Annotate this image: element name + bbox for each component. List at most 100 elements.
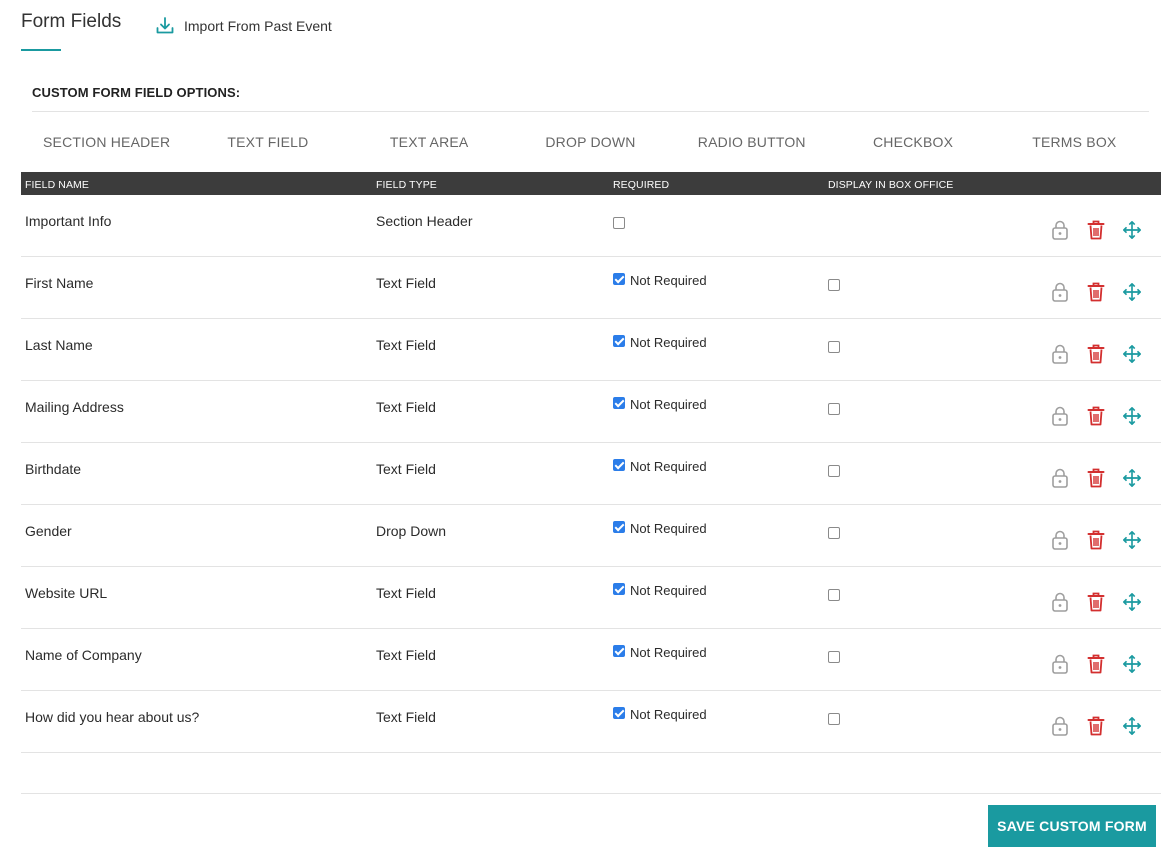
table-row: Important Info Section Header <box>21 195 1161 257</box>
lock-icon[interactable] <box>1050 653 1070 675</box>
required-label: Not Required <box>630 707 707 722</box>
add-radio-button-option[interactable]: RADIO BUTTON <box>671 134 832 150</box>
save-custom-form-button[interactable]: SAVE CUSTOM FORM <box>988 805 1156 847</box>
page-header: Form Fields Import From Past Event <box>21 0 421 52</box>
display-box-office-checkbox[interactable] <box>828 403 840 415</box>
field-name: Last Name <box>25 337 93 353</box>
required-checkbox[interactable] <box>613 645 625 657</box>
lock-icon[interactable] <box>1050 529 1070 551</box>
trash-icon[interactable] <box>1086 591 1106 613</box>
display-box-office-checkbox[interactable] <box>828 589 840 601</box>
form-fields-table: Important Info Section Header First Name Te… <box>21 195 1161 753</box>
required-label: Not Required <box>630 645 707 660</box>
custom-form-options-title: CUSTOM FORM FIELD OPTIONS: <box>32 85 241 100</box>
required-checkbox[interactable] <box>613 521 625 533</box>
download-icon <box>156 17 174 34</box>
required-checkbox[interactable] <box>613 217 625 229</box>
trash-icon[interactable] <box>1086 529 1106 551</box>
required-checkbox[interactable] <box>613 583 625 595</box>
required-label: Not Required <box>630 397 707 412</box>
trash-icon[interactable] <box>1086 405 1106 427</box>
lock-icon[interactable] <box>1050 405 1070 427</box>
field-name: Birthdate <box>25 461 82 477</box>
required-checkbox[interactable] <box>613 273 625 285</box>
lock-icon[interactable] <box>1050 715 1070 737</box>
required-checkbox[interactable] <box>613 335 625 347</box>
field-name: Name of Company <box>25 647 142 663</box>
trash-icon[interactable] <box>1086 281 1106 303</box>
field-type: Text Field <box>376 585 436 601</box>
column-header-required: REQUIRED <box>613 179 670 191</box>
trash-icon[interactable] <box>1086 467 1106 489</box>
required-checkbox[interactable] <box>613 397 625 409</box>
display-box-office-checkbox[interactable] <box>828 527 840 539</box>
add-terms-box-option[interactable]: TERMS BOX <box>994 134 1155 150</box>
row-actions <box>1050 591 1142 613</box>
trash-icon[interactable] <box>1086 343 1106 365</box>
table-row: Last Name Text Field Not Required <box>21 319 1161 381</box>
divider <box>32 111 1149 112</box>
display-box-office-checkbox[interactable] <box>828 341 840 353</box>
lock-icon[interactable] <box>1050 467 1070 489</box>
move-arrows-icon[interactable] <box>1122 219 1142 241</box>
table-row: Gender Drop Down Not Required <box>21 505 1161 567</box>
column-header-field-type: FIELD TYPE <box>376 179 437 191</box>
field-type-options: SECTION HEADER TEXT FIELD TEXT AREA DROP… <box>26 134 1155 150</box>
field-name: How did you hear about us? <box>25 709 200 725</box>
move-arrows-icon[interactable] <box>1122 343 1142 365</box>
move-arrows-icon[interactable] <box>1122 529 1142 551</box>
row-actions <box>1050 715 1142 737</box>
required-checkbox[interactable] <box>613 459 625 471</box>
field-name: Website URL <box>25 585 108 601</box>
move-arrows-icon[interactable] <box>1122 281 1142 303</box>
active-tab-indicator <box>21 49 61 51</box>
display-box-office-checkbox[interactable] <box>828 651 840 663</box>
row-actions <box>1050 281 1142 303</box>
display-box-office-checkbox[interactable] <box>828 465 840 477</box>
import-label: Import From Past Event <box>184 18 332 34</box>
field-type: Text Field <box>376 647 436 663</box>
lock-icon[interactable] <box>1050 591 1070 613</box>
required-checkbox[interactable] <box>613 707 625 719</box>
add-text-area-option[interactable]: TEXT AREA <box>349 134 510 150</box>
column-header-field-name: FIELD NAME <box>25 179 90 191</box>
field-name: Important Info <box>25 213 112 229</box>
table-row: First Name Text Field Not Required <box>21 257 1161 319</box>
table-row: Birthdate Text Field Not Required <box>21 443 1161 505</box>
move-arrows-icon[interactable] <box>1122 715 1142 737</box>
page-title[interactable]: Form Fields <box>21 11 121 33</box>
add-text-field-option[interactable]: TEXT FIELD <box>187 134 348 150</box>
move-arrows-icon[interactable] <box>1122 653 1142 675</box>
field-type: Text Field <box>376 275 436 291</box>
trash-icon[interactable] <box>1086 653 1106 675</box>
move-arrows-icon[interactable] <box>1122 405 1142 427</box>
row-actions <box>1050 653 1142 675</box>
table-header: FIELD NAME FIELD TYPE REQUIRED DISPLAY I… <box>21 172 1161 195</box>
table-row: How did you hear about us? Text Field Not … <box>21 691 1161 753</box>
row-actions <box>1050 467 1142 489</box>
table-row: Website URL Text Field Not Required <box>21 567 1161 629</box>
field-type: Text Field <box>376 461 436 477</box>
import-from-past-event-button[interactable]: Import From Past Event <box>155 16 332 36</box>
display-box-office-checkbox[interactable] <box>828 279 840 291</box>
move-arrows-icon[interactable] <box>1122 591 1142 613</box>
move-arrows-icon[interactable] <box>1122 467 1142 489</box>
table-row: Name of Company Text Field Not Required <box>21 629 1161 691</box>
row-actions <box>1050 405 1142 427</box>
trash-icon[interactable] <box>1086 715 1106 737</box>
add-checkbox-option[interactable]: CHECKBOX <box>832 134 993 150</box>
required-label: Not Required <box>630 335 707 350</box>
table-row: Mailing Address Text Field Not Required <box>21 381 1161 443</box>
lock-icon[interactable] <box>1050 343 1070 365</box>
field-type: Text Field <box>376 399 436 415</box>
lock-icon[interactable] <box>1050 219 1070 241</box>
required-label: Not Required <box>630 521 707 536</box>
display-box-office-checkbox[interactable] <box>828 713 840 725</box>
add-section-header-option[interactable]: SECTION HEADER <box>26 134 187 150</box>
add-drop-down-option[interactable]: DROP DOWN <box>510 134 671 150</box>
lock-icon[interactable] <box>1050 281 1070 303</box>
field-type: Text Field <box>376 337 436 353</box>
field-type: Section Header <box>376 213 473 229</box>
field-type: Text Field <box>376 709 436 725</box>
trash-icon[interactable] <box>1086 219 1106 241</box>
